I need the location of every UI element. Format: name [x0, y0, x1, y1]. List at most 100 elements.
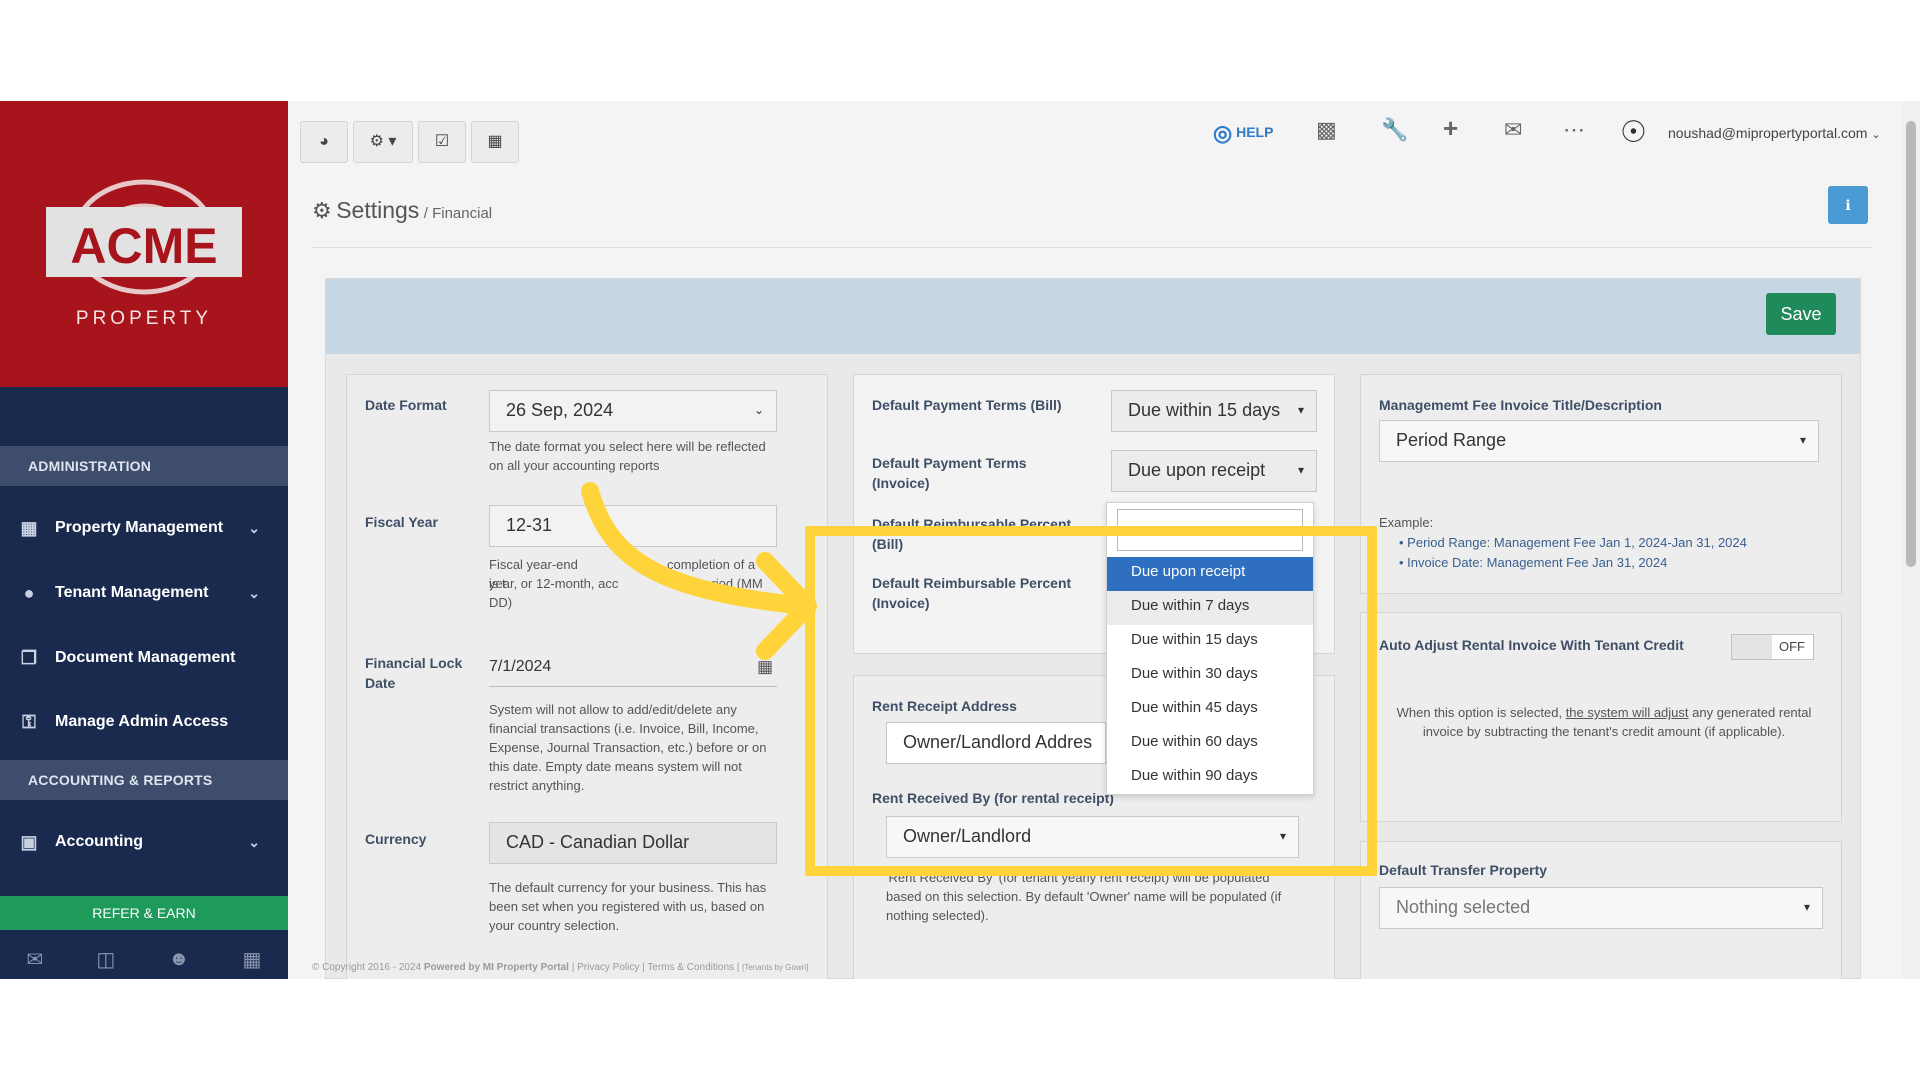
- caret-down-icon: ▾: [1297, 463, 1304, 477]
- page-title: Settings: [336, 197, 420, 223]
- fee-title-label: Managememt Fee Invoice Title/Description: [1379, 397, 1662, 413]
- panel-header: Save: [326, 279, 1860, 354]
- gear-icon: ⚙: [312, 198, 332, 223]
- sidebar-bottom-bar: ✉ ◫ ☻ ▦: [0, 939, 288, 979]
- currency-field: CAD - Canadian Dollar: [489, 822, 777, 864]
- transfer-select[interactable]: Nothing selected ▾: [1379, 887, 1823, 929]
- calculator-icon: ▦: [487, 133, 503, 150]
- lifebuoy-icon: ◎: [1213, 120, 1233, 146]
- briefcase-icon[interactable]: ◫: [96, 947, 115, 972]
- currency-value: CAD - Canadian Dollar: [506, 832, 690, 852]
- footer: © Copyright 2016 - 2024 Powered by MI Pr…: [312, 962, 808, 973]
- example-label: Example:: [1379, 515, 1434, 530]
- sidebar-item-accounting[interactable]: ▣ Accounting ⌄: [0, 816, 288, 868]
- sidebar-item-document-management[interactable]: ❐ Document Management: [0, 632, 288, 684]
- fiscal-year-label: Fiscal Year: [365, 514, 438, 530]
- calculator-button[interactable]: ▦: [471, 121, 519, 163]
- fee-title-select[interactable]: Period Range ▾: [1379, 420, 1819, 462]
- caret-down-icon: ▾: [1799, 433, 1806, 447]
- chevron-down-icon: ⌄: [248, 834, 260, 850]
- transfer-label: Default Transfer Property: [1379, 862, 1548, 878]
- terms-bill-select[interactable]: Due within 15 days ▾: [1111, 390, 1317, 432]
- info-button[interactable]: ℹ: [1828, 186, 1868, 224]
- terms-bill-value: Due within 15 days: [1128, 400, 1281, 420]
- breadcrumb: ⚙ Settings / Financial: [312, 197, 492, 227]
- calculator-icon[interactable]: ▦: [243, 947, 262, 972]
- avatar[interactable]: ☉: [1620, 115, 1647, 150]
- users-icon: ●: [23, 583, 35, 603]
- building-icon: ▦: [20, 518, 38, 538]
- more-icon[interactable]: ⋯: [1563, 117, 1585, 143]
- auto-adjust-label: Auto Adjust Rental Invoice With Tenant C…: [1379, 637, 1684, 653]
- save-button[interactable]: Save: [1766, 293, 1836, 335]
- dashboard-button[interactable]: ◕: [300, 121, 348, 163]
- dashboard-icon: ◕: [319, 133, 329, 150]
- transfer-value: Nothing selected: [1396, 897, 1531, 917]
- lock-date-value: 7/1/2024: [489, 658, 552, 675]
- example-1-value: Management Fee Jan 1, 2024-Jan 31, 2024: [1493, 535, 1747, 550]
- wrench-icon[interactable]: 🔧: [1381, 117, 1408, 143]
- bar-chart-icon[interactable]: ▩: [1316, 117, 1337, 143]
- example-item-1: • Period Range: Management Fee Jan 1, 20…: [1399, 535, 1747, 550]
- pointer-arrow-icon: [581, 482, 817, 660]
- mail-icon[interactable]: ✉: [27, 947, 44, 972]
- auto-adjust-help: When this option is selected, the system…: [1379, 703, 1829, 741]
- gear-icon: ⚙ ▾: [369, 133, 397, 150]
- scroll-thumb[interactable]: [1906, 121, 1916, 567]
- money-icon: ▣: [20, 832, 38, 852]
- auto-adjust-card: Auto Adjust Rental Invoice With Tenant C…: [1360, 612, 1842, 822]
- info-icon: ℹ: [1845, 197, 1851, 213]
- example-1-key: Period Range:: [1407, 535, 1494, 550]
- user-icon[interactable]: ☻: [168, 948, 189, 971]
- scrollbar[interactable]: [1902, 101, 1920, 979]
- auto-adjust-toggle[interactable]: OFF: [1731, 634, 1814, 660]
- plus-icon[interactable]: +: [1443, 113, 1458, 144]
- settings-menu-button[interactable]: ⚙ ▾: [353, 121, 413, 163]
- help-link[interactable]: ◎ HELP: [1213, 119, 1273, 146]
- calendar-button[interactable]: ☑: [418, 121, 466, 163]
- logo-tagline: PROPERTY: [76, 308, 212, 329]
- app-window: ACME PROPERTY ADMINISTRATION ▦ Property …: [0, 101, 1920, 979]
- sidebar-section-accounting-reports: ACCOUNTING & REPORTS: [0, 760, 288, 800]
- example-item-2: • Invoice Date: Management Fee Jan 31, 2…: [1399, 555, 1668, 570]
- documents-icon: ❐: [20, 648, 38, 668]
- page-subtitle: / Financial: [423, 205, 493, 222]
- sidebar: ACME PROPERTY ADMINISTRATION ▦ Property …: [0, 101, 288, 979]
- chevron-down-icon: ⌄: [753, 403, 764, 417]
- terms-invoice-select[interactable]: Due upon receipt ▾: [1111, 450, 1317, 492]
- currency-label: Currency: [365, 831, 427, 847]
- date-format-help: The date format you select here will be …: [489, 439, 766, 473]
- sidebar-section-administration: ADMINISTRATION: [0, 446, 288, 486]
- sidebar-item-tenant-management[interactable]: ● Tenant Management ⌄: [0, 567, 288, 619]
- footer-links[interactable]: | Privacy Policy | Terms & Conditions |: [572, 962, 740, 973]
- toggle-knob: [1732, 635, 1772, 659]
- date-format-select[interactable]: 26 Sep, 2024 ⌄: [489, 390, 777, 432]
- divider: [312, 247, 1872, 248]
- user-email: noushad@mipropertyportal.com: [1668, 125, 1868, 141]
- caret-down-icon: ▾: [1803, 900, 1810, 914]
- sidebar-item-label: Accounting: [55, 833, 143, 850]
- help-label: HELP: [1236, 124, 1274, 140]
- sidebar-item-label: Property Management: [55, 519, 224, 536]
- sidebar-item-manage-admin-access[interactable]: ⚿ Manage Admin Access: [0, 696, 288, 748]
- sidebar-item-property-management[interactable]: ▦ Property Management ⌄: [0, 502, 288, 554]
- logo[interactable]: ACME PROPERTY: [0, 101, 288, 387]
- example-2-key: Invoice Date:: [1407, 555, 1487, 570]
- footer-powered[interactable]: Powered by MI Property Portal: [424, 962, 569, 973]
- sidebar-item-label: Tenant Management: [55, 584, 209, 601]
- transfer-property-card: Default Transfer Property Nothing select…: [1360, 841, 1842, 979]
- fee-invoice-card: Managememt Fee Invoice Title/Description…: [1360, 374, 1842, 594]
- sidebar-item-label: Manage Admin Access: [55, 713, 229, 730]
- example-2-value: Management Fee Jan 31, 2024: [1486, 555, 1668, 570]
- envelope-icon[interactable]: ✉: [1504, 117, 1522, 143]
- refer-earn-button[interactable]: REFER & EARN: [0, 896, 288, 930]
- user-menu[interactable]: noushad@mipropertyportal.com ⌄: [1668, 125, 1881, 141]
- fee-title-value: Period Range: [1396, 430, 1507, 450]
- sidebar-item-label: Document Management: [55, 649, 236, 666]
- key-icon: ⚿: [22, 712, 36, 732]
- auto-adjust-help-link[interactable]: the system will adjust: [1566, 705, 1689, 720]
- date-format-value: 26 Sep, 2024: [506, 400, 614, 420]
- logo-brand: ACME: [70, 218, 217, 274]
- calendar-check-icon: ☑: [434, 133, 450, 150]
- auto-adjust-help-text-1: When this option is selected,: [1396, 705, 1566, 720]
